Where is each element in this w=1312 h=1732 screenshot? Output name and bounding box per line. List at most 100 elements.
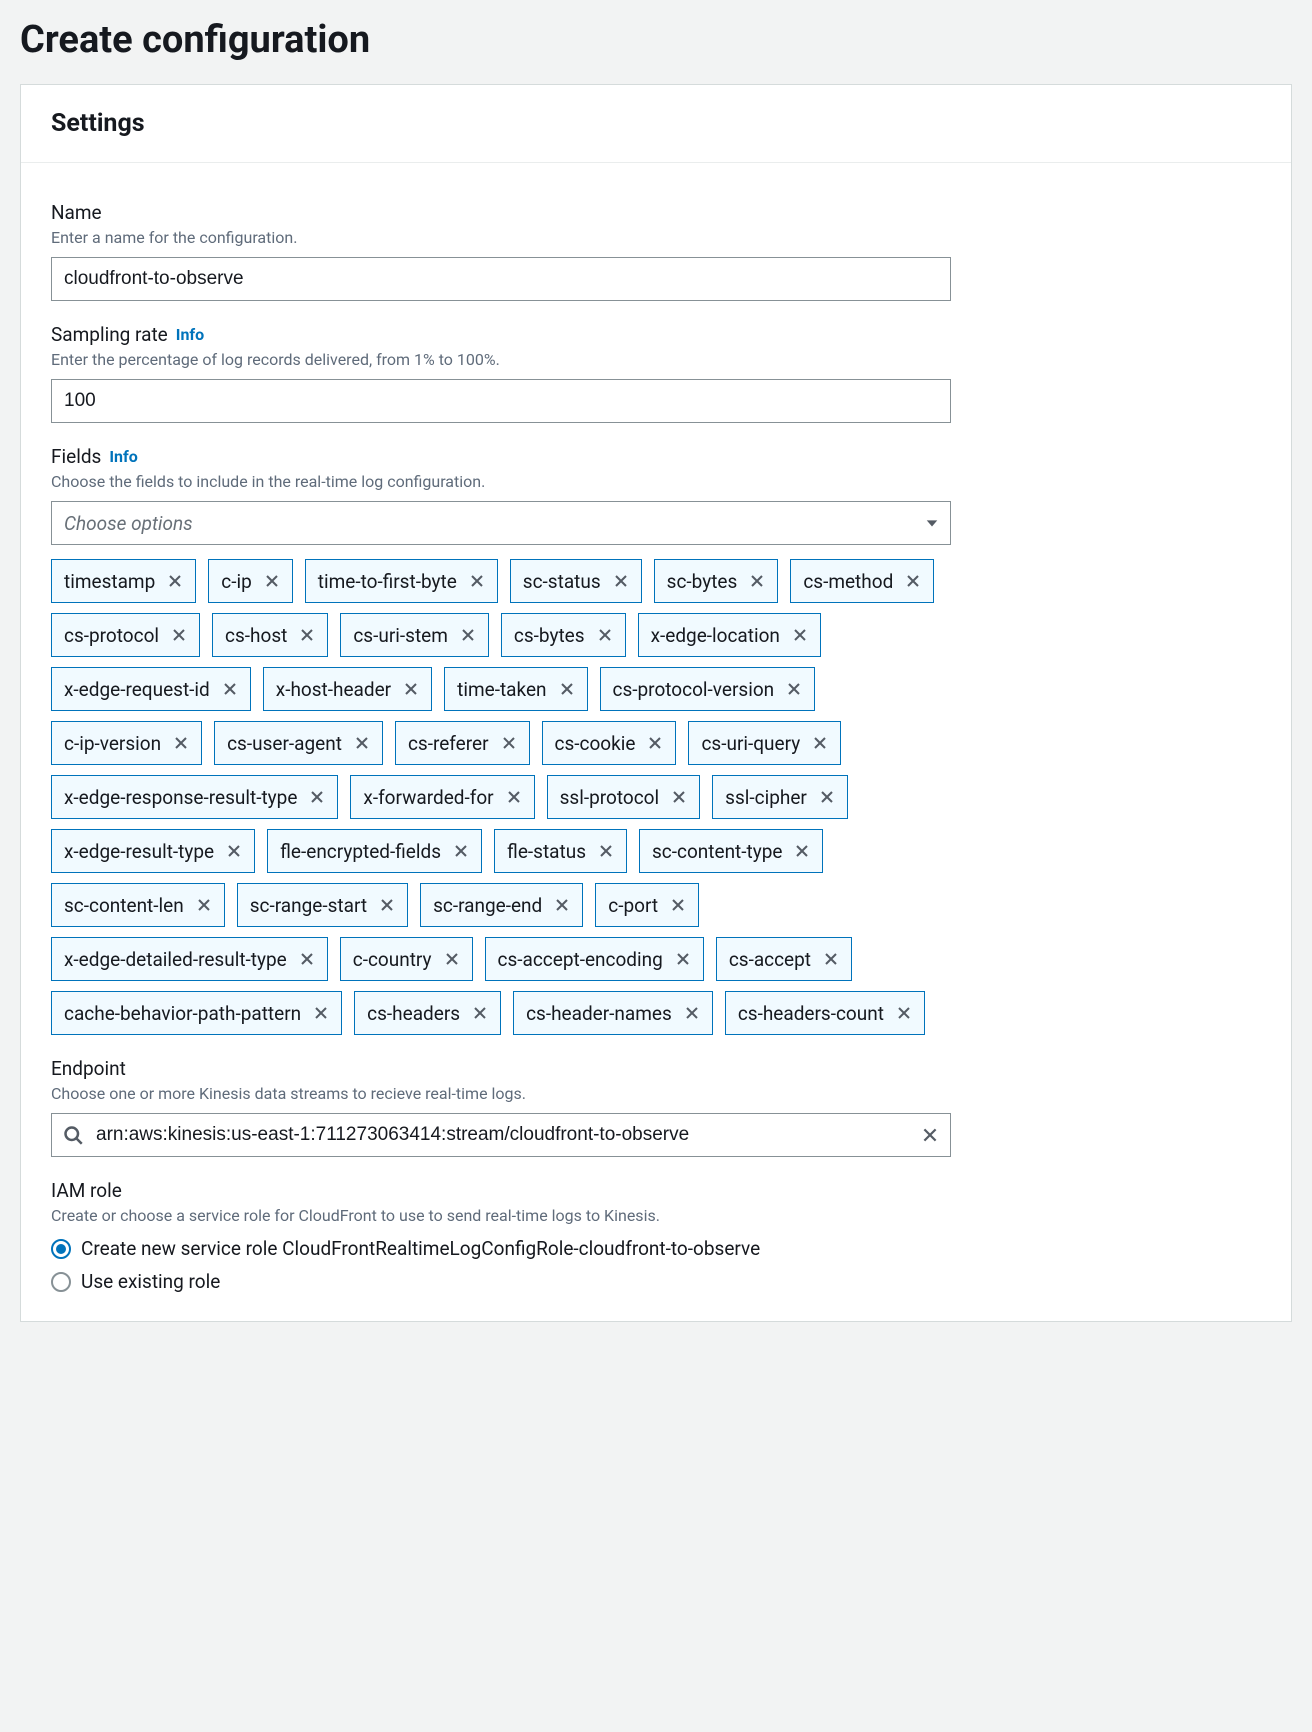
remove-token-icon[interactable]	[684, 1005, 700, 1021]
remove-token-icon[interactable]	[597, 627, 613, 643]
settings-panel: Settings Name Enter a name for the confi…	[20, 84, 1292, 1322]
remove-token-icon[interactable]	[444, 951, 460, 967]
remove-token-icon[interactable]	[675, 951, 691, 967]
fields-token-list: timestampc-iptime-to-first-bytesc-status…	[51, 559, 951, 1035]
field-token-sc-range-end: sc-range-end	[420, 883, 583, 927]
field-token-sc-status: sc-status	[510, 559, 642, 603]
remove-token-icon[interactable]	[786, 681, 802, 697]
remove-token-icon[interactable]	[794, 843, 810, 859]
field-token-label: timestamp	[64, 570, 155, 593]
remove-token-icon[interactable]	[613, 573, 629, 589]
sampling-rate-group: Sampling rate Info Enter the percentage …	[51, 323, 1261, 423]
field-token-cs-uri-query: cs-uri-query	[688, 721, 841, 765]
field-token-label: cs-cookie	[555, 732, 636, 755]
field-token-label: c-country	[353, 948, 432, 971]
fields-group: Fields Info Choose the fields to include…	[51, 445, 1261, 1035]
field-token-time-to-first-byte: time-to-first-byte	[305, 559, 498, 603]
field-token-label: cs-uri-query	[701, 732, 800, 755]
remove-token-icon[interactable]	[472, 1005, 488, 1021]
fields-select[interactable]: Choose options	[51, 501, 951, 545]
field-token-x-edge-request-id: x-edge-request-id	[51, 667, 251, 711]
sampling-rate-input[interactable]	[51, 379, 951, 423]
field-token-cs-protocol: cs-protocol	[51, 613, 200, 657]
field-token-label: cs-host	[225, 624, 287, 647]
remove-token-icon[interactable]	[173, 735, 189, 751]
field-token-x-edge-response-result-type: x-edge-response-result-type	[51, 775, 338, 819]
field-token-label: cs-headers	[367, 1002, 460, 1025]
remove-token-icon[interactable]	[167, 573, 183, 589]
field-token-cs-referer: cs-referer	[395, 721, 530, 765]
remove-token-icon[interactable]	[299, 627, 315, 643]
sampling-rate-hint: Enter the percentage of log records deli…	[51, 350, 1261, 369]
remove-token-icon[interactable]	[559, 681, 575, 697]
field-token-label: ssl-protocol	[560, 786, 660, 809]
field-token-sc-content-len: sc-content-len	[51, 883, 225, 927]
remove-token-icon[interactable]	[299, 951, 315, 967]
endpoint-input[interactable]	[51, 1113, 951, 1157]
remove-token-icon[interactable]	[453, 843, 469, 859]
name-hint: Enter a name for the configuration.	[51, 228, 1261, 247]
remove-token-icon[interactable]	[670, 897, 686, 913]
remove-token-icon[interactable]	[222, 681, 238, 697]
radio-button[interactable]	[51, 1272, 71, 1292]
remove-token-icon[interactable]	[501, 735, 517, 751]
remove-token-icon[interactable]	[379, 897, 395, 913]
remove-token-icon[interactable]	[905, 573, 921, 589]
remove-token-icon[interactable]	[354, 735, 370, 751]
endpoint-hint: Choose one or more Kinesis data streams …	[51, 1084, 1261, 1103]
remove-token-icon[interactable]	[469, 573, 485, 589]
search-icon	[63, 1125, 83, 1145]
name-input[interactable]	[51, 257, 951, 301]
remove-token-icon[interactable]	[598, 843, 614, 859]
remove-token-icon[interactable]	[823, 951, 839, 967]
field-token-ssl-cipher: ssl-cipher	[712, 775, 848, 819]
field-token-label: cs-headers-count	[738, 1002, 884, 1025]
field-token-label: cs-protocol-version	[613, 678, 775, 701]
name-label: Name	[51, 201, 1261, 224]
remove-token-icon[interactable]	[792, 627, 808, 643]
remove-token-icon[interactable]	[749, 573, 765, 589]
field-token-label: x-host-header	[276, 678, 391, 701]
remove-token-icon[interactable]	[896, 1005, 912, 1021]
field-token-label: sc-status	[523, 570, 601, 593]
field-token-x-edge-location: x-edge-location	[638, 613, 821, 657]
iam-role-hint: Create or choose a service role for Clou…	[51, 1206, 1261, 1225]
remove-token-icon[interactable]	[403, 681, 419, 697]
field-token-cs-method: cs-method	[790, 559, 934, 603]
remove-token-icon[interactable]	[460, 627, 476, 643]
sampling-rate-label: Sampling rate	[51, 323, 168, 346]
radio-button[interactable]	[51, 1239, 71, 1259]
field-token-c-port: c-port	[595, 883, 699, 927]
field-token-label: cs-method	[803, 570, 893, 593]
field-token-cache-behavior-path-pattern: cache-behavior-path-pattern	[51, 991, 342, 1035]
field-token-label: time-taken	[457, 678, 546, 701]
remove-token-icon[interactable]	[196, 897, 212, 913]
field-token-time-taken: time-taken	[444, 667, 587, 711]
fields-info-link[interactable]: Info	[109, 447, 137, 466]
remove-token-icon[interactable]	[309, 789, 325, 805]
field-token-label: ssl-cipher	[725, 786, 807, 809]
field-token-label: fle-status	[507, 840, 586, 863]
field-token-label: cs-bytes	[514, 624, 585, 647]
sampling-rate-info-link[interactable]: Info	[176, 325, 204, 344]
remove-token-icon[interactable]	[506, 789, 522, 805]
field-token-label: cs-referer	[408, 732, 489, 755]
field-token-timestamp: timestamp	[51, 559, 196, 603]
remove-token-icon[interactable]	[171, 627, 187, 643]
field-token-label: cs-protocol	[64, 624, 159, 647]
remove-token-icon[interactable]	[819, 789, 835, 805]
field-token-cs-user-agent: cs-user-agent	[214, 721, 383, 765]
field-token-label: x-edge-result-type	[64, 840, 214, 863]
remove-token-icon[interactable]	[313, 1005, 329, 1021]
field-token-label: cache-behavior-path-pattern	[64, 1002, 301, 1025]
field-token-label: sc-content-type	[652, 840, 782, 863]
remove-token-icon[interactable]	[554, 897, 570, 913]
field-token-label: cs-accept-encoding	[498, 948, 663, 971]
clear-endpoint-icon[interactable]	[921, 1126, 939, 1144]
name-group: Name Enter a name for the configuration.	[51, 201, 1261, 301]
remove-token-icon[interactable]	[812, 735, 828, 751]
remove-token-icon[interactable]	[226, 843, 242, 859]
remove-token-icon[interactable]	[264, 573, 280, 589]
remove-token-icon[interactable]	[671, 789, 687, 805]
remove-token-icon[interactable]	[647, 735, 663, 751]
